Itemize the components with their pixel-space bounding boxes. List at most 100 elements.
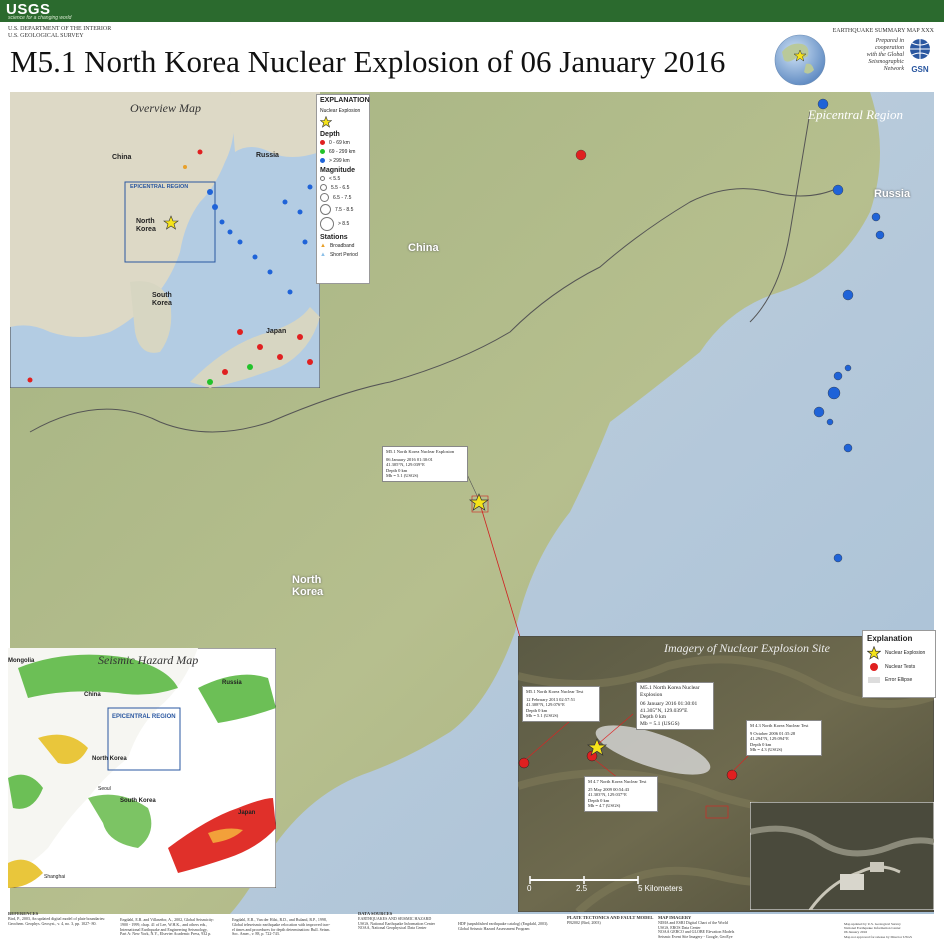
- imagery-title: Imagery of Nuclear Explosion Site: [664, 641, 830, 655]
- hazard-label-shanghai: Shanghai: [44, 874, 66, 880]
- label-north-korea: North Korea: [292, 574, 324, 598]
- legend-nuclear-label: Nuclear Explosion: [320, 107, 361, 114]
- cooperation-note: Prepared in cooperation with the Global Sei…: [866, 38, 904, 72]
- overview-label-russia: Russia: [256, 152, 279, 159]
- overview-label-north-korea: North Korea: [136, 218, 156, 233]
- label-china: China: [408, 242, 439, 254]
- callout-2013: M5.1 North Korea Nuclear Test 12 Februar…: [522, 686, 600, 722]
- earthquake-deep[interactable]: [833, 553, 843, 563]
- scale-tick-2: 5 Kilometers: [638, 884, 683, 893]
- legend-stations-heading: Stations: [320, 234, 348, 241]
- imagery-legend-title: Explanation: [867, 634, 913, 643]
- gsn-logo: GSN: [906, 38, 934, 74]
- depth-intermediate-icon: [320, 149, 325, 154]
- legend-depth-1: 69 - 299 km: [329, 148, 356, 155]
- callout-2009: M 4.7 North Korea Nuclear Test 25 May 20…: [584, 776, 658, 812]
- page-title: M5.1 North Korea Nuclear Explosion of 06…: [10, 44, 726, 79]
- earthquake-deep[interactable]: [827, 386, 841, 400]
- overview-label-japan: Japan: [266, 328, 287, 335]
- legend-error-ellipse-icon: [868, 677, 880, 683]
- imagery-legend: Explanation Nuclear Explosion Nuclear Te…: [862, 630, 936, 698]
- mag-1-icon: [320, 176, 325, 181]
- earthquake-deep[interactable]: [871, 212, 881, 222]
- usgs-tagline: science for a changing world: [8, 15, 72, 21]
- earthquake-deep[interactable]: [842, 289, 854, 301]
- legend-mag-2: 6.5 - 7.5: [333, 194, 352, 201]
- depth-shallow-icon: [320, 140, 325, 145]
- legend-depth-2: > 299 km: [329, 157, 350, 164]
- nuclear-test-2006-icon[interactable]: [726, 769, 738, 781]
- mag-2-icon: [320, 184, 327, 191]
- legend-title: EXPLANATION: [320, 97, 370, 104]
- earthquake-deep[interactable]: [844, 364, 852, 372]
- footer-plate-model: PLATE TECTONICS AND FAULT MODEL PB2002 (…: [567, 915, 654, 925]
- footer-references-2: Engdahl, E.R. and Villaseñor, A., 2002, …: [120, 917, 214, 937]
- hazard-label-mongolia: Mongolia: [8, 658, 35, 664]
- event-callout: M5.1 North Korea Nuclear Explosion 06 Ja…: [382, 446, 468, 482]
- main-map-title: Epicentral Region: [808, 107, 903, 122]
- hazard-map-title: Seismic Hazard Map: [98, 653, 199, 667]
- scale-tick-0: 0: [527, 884, 532, 893]
- short-period-station-icon: ▲: [320, 251, 326, 258]
- footer-references-3: Engdahl, E.R., Van der Hilst, R.D., and …: [232, 917, 331, 937]
- legend-station-0: Broadband: [329, 242, 355, 249]
- legend-star-icon: [319, 115, 366, 128]
- mag-3-icon: [320, 193, 329, 202]
- gsn-globe-icon: [910, 39, 930, 59]
- overview-russia-land: [230, 92, 320, 157]
- dept-line-1: U.S. DEPARTMENT OF THE INTERIOR: [8, 26, 112, 32]
- depth-deep-icon: [320, 158, 325, 163]
- dept-line-2: U.S. GEOLOGICAL SURVEY: [8, 33, 84, 39]
- hazard-label-north-korea: North Korea: [92, 756, 127, 762]
- legend-depth-heading: Depth: [320, 131, 340, 138]
- legend-station-1: Short Period: [329, 251, 358, 258]
- earthquake-deep[interactable]: [813, 406, 825, 418]
- overview-legend: EXPLANATION Nuclear Explosion Depth 0 - …: [316, 94, 370, 284]
- footer-updated: Map updated by U.S. Geological Survey Nat…: [844, 922, 912, 939]
- earthquake-deep[interactable]: [832, 184, 844, 196]
- earthquake-deep[interactable]: [833, 371, 843, 381]
- footer-map-imagery: MAP IMAGERY NIMA and ESRI Digital Chart …: [658, 915, 735, 940]
- overview-map-title: Overview Map: [130, 101, 201, 115]
- label-russia: Russia: [874, 188, 911, 200]
- footer-data-sources: DATA SOURCES EARTHQUAKES AND SEISMIC HAZ…: [358, 911, 435, 931]
- hazard-label-russia: Russia: [222, 680, 242, 686]
- hazard-label-south-korea: South Korea: [120, 798, 156, 804]
- footer-references-1: REFERENCES Bird, P., 2003, An updated di…: [8, 911, 106, 926]
- mag-5-icon: [320, 217, 334, 231]
- earthquake-deep[interactable]: [843, 443, 853, 453]
- legend-item-explosion: Nuclear Explosion: [885, 649, 926, 656]
- usgs-header-bar: [0, 0, 944, 22]
- callout-2016: M5.1 North Korea Nuclear Explosion 06 Ja…: [636, 682, 714, 730]
- gsn-text: GSN: [911, 65, 929, 74]
- legend-mag-3: 7.5 - 8.5: [335, 206, 354, 213]
- earthquake-shallow[interactable]: [575, 149, 587, 161]
- callout-2006: M 4.3 North Korea Nuclear Test 9 October…: [746, 720, 822, 756]
- legend-mag-0: < 5.5: [329, 175, 341, 182]
- legend-nuclear-test-icon: [870, 663, 878, 671]
- hazard-label-japan: Japan: [238, 810, 256, 816]
- legend-mag-1: 5.5 - 6.5: [331, 184, 350, 191]
- hazard-label-seoul: Seoul: [98, 786, 111, 792]
- scale-tick-1: 2.5: [576, 884, 588, 893]
- overview-map-inset[interactable]: [10, 92, 320, 388]
- legend-magnitude-heading: Magnitude: [320, 167, 355, 174]
- overview-label-south-korea: South Korea: [152, 292, 172, 307]
- hazard-label-china: China: [84, 692, 101, 698]
- overview-label-epicentral: EPICENTRAL REGION: [130, 184, 189, 190]
- nuclear-test-2013-icon[interactable]: [518, 757, 530, 769]
- hazard-label-epicentral: EPICENTRAL REGION: [112, 714, 176, 720]
- broadband-station-icon: ▲: [320, 242, 326, 249]
- overview-label-china: China: [112, 154, 132, 161]
- site-detail-photo: [750, 802, 934, 910]
- mag-4-icon: [320, 204, 331, 215]
- earthquake-deep[interactable]: [826, 418, 834, 426]
- legend-depth-0: 0 - 69 km: [329, 139, 350, 146]
- legend-item-ellipse: Error Ellipse: [885, 677, 913, 683]
- footer-hdf: HDF (unpublished earthquake catalog) (En…: [458, 921, 549, 931]
- globe-locator-icon: [774, 34, 826, 86]
- legend-item-tests: Nuclear Tests: [885, 664, 916, 670]
- legend-explosion-star-icon: [867, 645, 881, 660]
- earthquake-deep[interactable]: [875, 230, 885, 240]
- legend-mag-4: > 8.5: [338, 221, 350, 227]
